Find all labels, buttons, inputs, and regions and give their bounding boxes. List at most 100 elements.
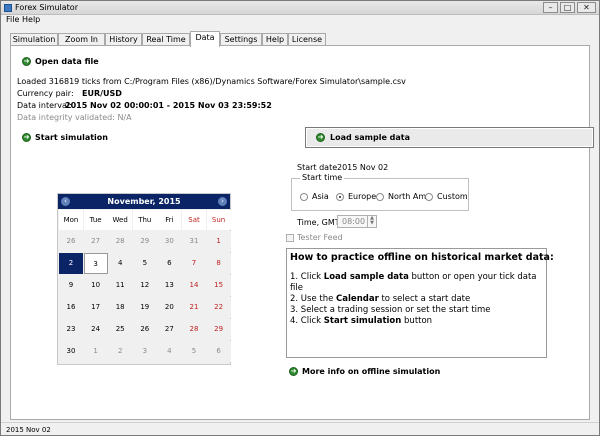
calendar-day[interactable]: 2 <box>108 341 133 362</box>
time-gmt-value: 08:00 <box>342 217 366 226</box>
calendar-day[interactable]: 10 <box>83 275 108 296</box>
calendar-weekday: Sun <box>206 210 231 230</box>
calendar-day[interactable]: 29 <box>132 231 157 252</box>
load-sample-data-label: Load sample data <box>330 133 411 142</box>
time-gmt-label: Time, GMT <box>297 218 340 227</box>
calendar-day[interactable]: 5 <box>182 341 206 362</box>
radio-north-am[interactable] <box>376 193 384 201</box>
calendar-day[interactable]: 23 <box>59 319 83 340</box>
start-date-label: Start date <box>297 163 338 172</box>
calendar-day[interactable]: 11 <box>108 275 133 296</box>
radio-asia-label: Asia <box>312 192 329 201</box>
radio-asia[interactable] <box>300 193 308 201</box>
calendar-day[interactable]: 1 <box>206 231 231 252</box>
calendar-day[interactable]: 27 <box>157 319 182 340</box>
tab-data[interactable]: Data <box>190 31 220 47</box>
status-text: 2015 Nov 02 <box>6 426 51 434</box>
calendar-day[interactable]: 30 <box>157 231 182 252</box>
calendar-month-title: November, 2015 <box>107 197 181 206</box>
currency-pair-label: Currency pair: <box>17 89 74 98</box>
more-info-link[interactable]: ➜ More info on offline simulation <box>289 366 440 377</box>
start-date-value: 2015 Nov 02 <box>337 163 389 172</box>
radio-europe-label: Europe <box>348 192 377 201</box>
howto-step-1: 1. Click Load sample data button or open… <box>290 272 537 282</box>
load-sample-data-button[interactable]: ➜ Load sample data <box>305 127 594 148</box>
time-spinner-icon[interactable]: ▲ ▼ <box>367 216 376 227</box>
calendar-day[interactable]: 3 <box>132 341 157 362</box>
calendar-day[interactable]: 31 <box>182 231 206 252</box>
calendar-day[interactable]: 3 <box>83 253 108 274</box>
calendar-day[interactable]: 18 <box>108 297 133 318</box>
howto-step-2: 2. Use the Calendar to select a start da… <box>290 294 471 304</box>
calendar: ‹ November, 2015 › Mon Tue Wed Thu Fri Sat Sun… <box>57 193 231 365</box>
menu-help[interactable]: Help <box>22 15 40 25</box>
go-arrow-icon: ➜ <box>22 133 31 142</box>
open-data-file-label: Open data file <box>35 57 99 66</box>
go-arrow-icon: ➜ <box>316 133 325 142</box>
start-time-group: Start time Asia Europe North Am. Custom <box>291 173 469 211</box>
maximize-button[interactable]: □ <box>560 2 575 13</box>
integrity-text: Data integrity validated: N/A <box>17 113 132 122</box>
tab-strip: Simulation Zoom In History Real Time Dat… <box>10 31 590 47</box>
start-simulation-button[interactable]: ➜ Start simulation <box>22 132 108 143</box>
howto-box: How to practice offline on historical ma… <box>286 248 554 358</box>
currency-pair-value: EUR/USD <box>82 89 122 98</box>
calendar-day[interactable]: 28 <box>108 231 133 252</box>
time-gmt-input[interactable]: 08:00 ▲ ▼ <box>337 215 377 228</box>
calendar-day[interactable]: 14 <box>182 275 206 296</box>
calendar-day[interactable]: 26 <box>132 319 157 340</box>
radio-custom-label: Custom <box>437 192 468 201</box>
howto-step-4: 4. Click Start simulation button <box>290 316 433 326</box>
howto-heading: How to practice offline on historical ma… <box>290 252 554 263</box>
data-tab-panel: ➜ Open data file Loaded 316819 ticks fro… <box>10 45 594 420</box>
menu-file[interactable]: File <box>6 15 19 25</box>
calendar-weekday: Wed <box>108 210 133 230</box>
calendar-day[interactable]: 21 <box>182 297 206 318</box>
howto-step-1-cont: file <box>290 283 303 293</box>
calendar-next-icon[interactable]: › <box>218 197 227 206</box>
calendar-day[interactable]: 30 <box>59 341 83 362</box>
tester-feed-checkbox[interactable] <box>286 234 294 242</box>
calendar-day[interactable]: 13 <box>157 275 182 296</box>
calendar-day[interactable]: 7 <box>182 253 206 274</box>
more-info-label: More info on offline simulation <box>302 367 441 376</box>
start-simulation-label: Start simulation <box>35 133 108 142</box>
calendar-day[interactable]: 29 <box>206 319 231 340</box>
start-time-legend: Start time <box>300 173 345 183</box>
minimize-button[interactable]: – <box>543 2 558 13</box>
close-button[interactable]: ✕ <box>577 2 596 13</box>
calendar-day[interactable]: 6 <box>157 253 182 274</box>
calendar-day[interactable]: 4 <box>108 253 133 274</box>
calendar-day[interactable]: 1 <box>83 341 108 362</box>
calendar-day[interactable]: 28 <box>182 319 206 340</box>
calendar-day[interactable]: 16 <box>59 297 83 318</box>
go-arrow-icon: ➜ <box>22 57 31 66</box>
calendar-header: ‹ November, 2015 › <box>58 194 230 209</box>
calendar-weekday: Fri <box>157 210 182 230</box>
radio-custom[interactable] <box>425 193 433 201</box>
calendar-day[interactable]: 26 <box>59 231 83 252</box>
calendar-day[interactable]: 22 <box>206 297 231 318</box>
howto-step-3: 3. Select a trading session or set the s… <box>290 305 491 315</box>
app-window: Forex Simulator – □ ✕ File Help Simulati… <box>0 0 600 436</box>
calendar-day[interactable]: 9 <box>59 275 83 296</box>
calendar-day[interactable]: 25 <box>108 319 133 340</box>
calendar-day[interactable]: 15 <box>206 275 231 296</box>
calendar-day[interactable]: 6 <box>206 341 231 362</box>
calendar-weekday: Sat <box>182 210 206 230</box>
tester-feed-label: Tester Feed <box>297 233 343 242</box>
calendar-day[interactable]: 2 <box>59 253 83 274</box>
calendar-day[interactable]: 4 <box>157 341 182 362</box>
open-data-file-button[interactable]: ➜ Open data file <box>22 56 112 67</box>
calendar-day[interactable]: 8 <box>206 253 231 274</box>
calendar-day[interactable]: 20 <box>157 297 182 318</box>
radio-europe[interactable] <box>336 193 344 201</box>
calendar-day[interactable]: 12 <box>132 275 157 296</box>
calendar-day[interactable]: 24 <box>83 319 108 340</box>
calendar-day[interactable]: 5 <box>132 253 157 274</box>
calendar-weekday: Mon <box>59 210 83 230</box>
calendar-day[interactable]: 17 <box>83 297 108 318</box>
calendar-day[interactable]: 19 <box>132 297 157 318</box>
calendar-day[interactable]: 27 <box>83 231 108 252</box>
calendar-weekday: Thu <box>132 210 157 230</box>
